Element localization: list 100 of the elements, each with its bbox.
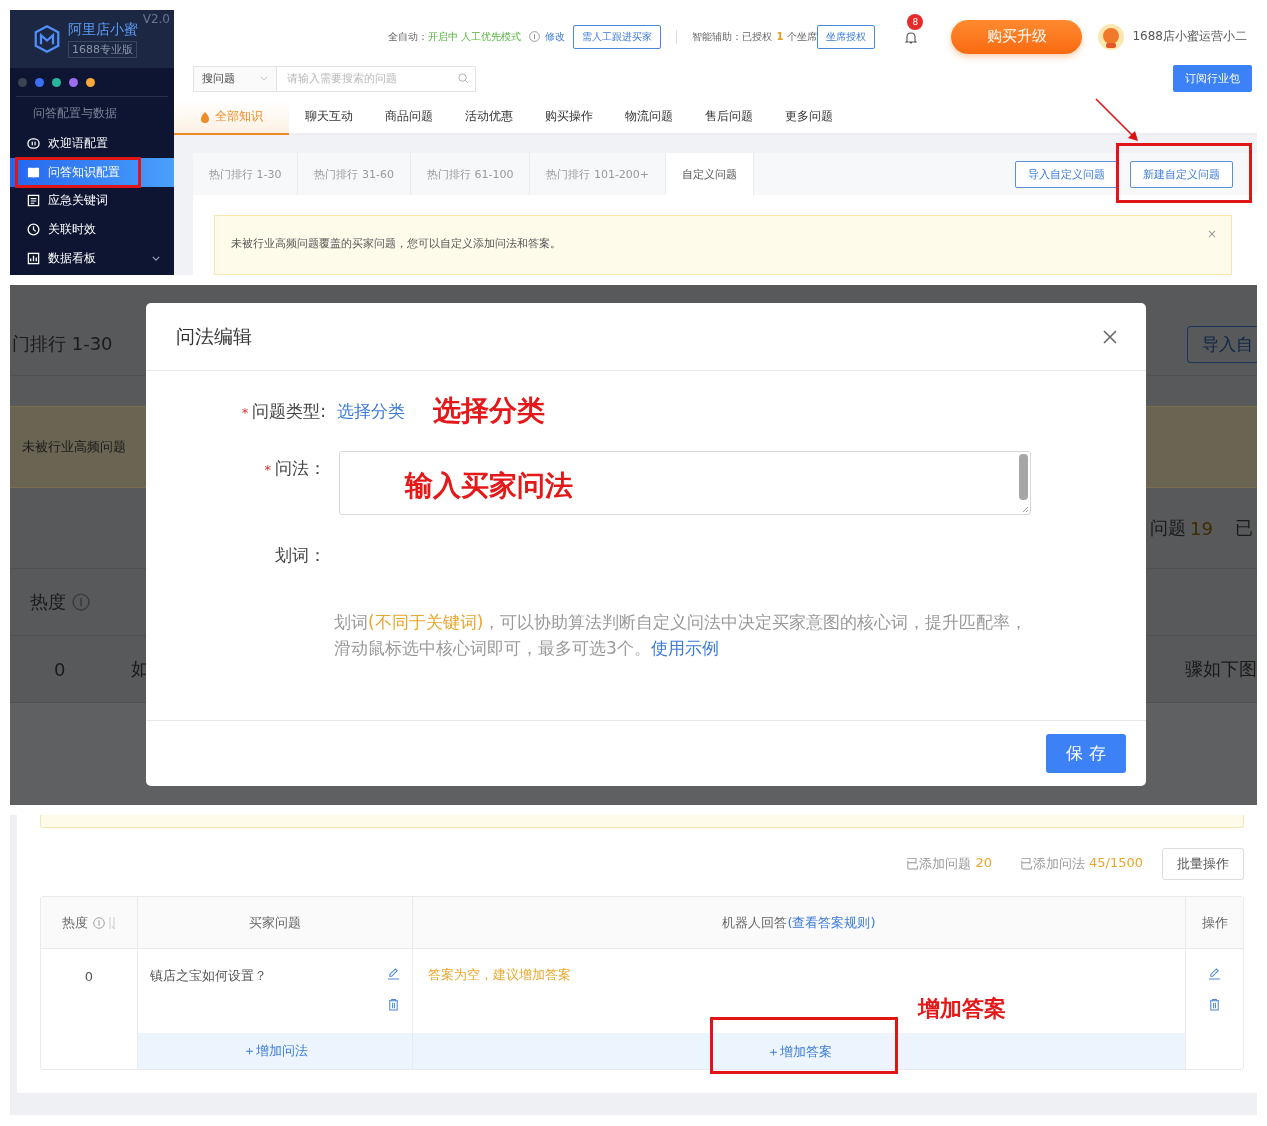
example-link[interactable]: 使用示例 [650,638,719,658]
clock-icon [27,223,40,237]
logo-icon [32,24,62,54]
close-icon[interactable]: × [1206,227,1217,241]
rank-tab[interactable]: 热门排行 31-60 [298,153,411,195]
field-label: * 问题类型: [240,399,326,423]
answer-rules-link[interactable]: (查看答案规则) [787,913,876,932]
sidebar-item[interactable]: 关联时效 [10,215,174,245]
resize-handle-icon[interactable] [1021,505,1029,513]
select-category-link[interactable]: 选择分类 [337,399,405,423]
notice-text: 未被行业高频问题覆盖的买家问题，您可以自定义添加问法和答案。 [231,236,561,251]
scrollbar-thumb[interactable] [1019,454,1028,500]
subscribe-button[interactable]: 订阅行业包 [1173,65,1252,93]
column-header: 热度 [30,590,66,614]
upgrade-button[interactable]: 购买升级 [951,19,1083,54]
section-label: 问答配置与数据 [33,104,117,122]
stats-label: 已添加问题 [906,855,972,873]
chat-icon [27,136,40,150]
info-icon [72,593,90,611]
category-tab[interactable]: 更多问题 [769,100,849,133]
auto-label: 全自动： [388,29,429,44]
category-tab[interactable]: 物流问题 [609,100,689,133]
stats-value: 45/1500 [1089,855,1143,872]
edition-tag: 1688专业版 [68,40,137,58]
seat-count: 1 [776,31,784,42]
rank-tab[interactable]: 热门排行 61-100 [410,153,531,195]
avatar-icon [1098,23,1125,50]
app-title: 阿里店小蜜 [68,20,138,39]
annotation-text: 选择分类 [433,393,545,429]
sidebar-item[interactable]: 应急关键词 [10,186,174,216]
auto-status: 开启中 [428,29,459,44]
field-label: 划词： [274,543,326,567]
seat-unit: 个坐席 [787,29,818,44]
delete-icon[interactable] [387,998,400,1011]
seat-button[interactable]: 坐席授权 [817,24,876,49]
theme-dot[interactable] [18,77,27,87]
stats-label: 已 [1235,516,1253,540]
rank-tab[interactable]: 自定义问题 [666,153,755,195]
column-header: 操作 [1201,913,1228,932]
notice-text: 未被行业高频问题 [22,438,126,456]
table-cell-text: 0 [84,969,94,986]
info-icon [529,31,541,42]
import-button[interactable]: 导入自定义问题 [1015,160,1118,188]
add-question-link[interactable]: ＋增加问法 [242,1042,308,1060]
bell-icon[interactable] [905,30,918,45]
flame-icon [200,110,210,123]
table-cell: 0 [54,658,66,680]
document-icon [27,194,40,208]
column-header: 买家问题 [249,913,301,932]
table-cell: 骤如下图 [1185,657,1257,681]
question-field[interactable] [339,451,1031,515]
rank-tab[interactable]: 热门排行 1-30 [193,153,299,195]
stats-label: 已添加问法 [1020,855,1085,873]
notification-badge: 8 [907,13,924,30]
board-icon [27,252,40,266]
version-label: V2.0 [142,12,170,26]
delete-icon[interactable] [1208,998,1221,1011]
assist-label: 智能辅助：已授权 [692,29,773,44]
stats-label: 问题 [1150,516,1187,540]
category-tab[interactable]: 活动优惠 [449,100,529,133]
sidebar-item[interactable]: 欢迎语配置 [10,129,174,158]
column-header: 机器人回答 [722,913,788,932]
edit-link[interactable]: 修改 [545,29,566,44]
category-tab[interactable]: 售后问题 [689,100,769,133]
hint-text: 划词(不同于关键词)，可以协助算法判断自定义问法中决定买家意图的核心词，提升匹配率，滑动鼠标选中核心词即可，最多可选3个。使用示例 [334,611,1029,660]
add-answer-link[interactable]: ＋增加答案 [766,1044,832,1059]
annotation-text: 增加答案 [918,995,1007,1023]
dialog-title: 问法编辑 [176,323,252,349]
category-tab[interactable]: 购买操作 [529,100,609,133]
pointer-arrow [1094,96,1140,143]
theme-dot[interactable] [86,77,95,87]
chevron-icon [152,256,160,262]
theme-dot[interactable] [52,77,61,87]
save-button[interactable]: 保 存 [1046,734,1126,773]
search-icon[interactable] [458,73,469,85]
annotation-text: 输入买家问法 [405,468,573,504]
edit-icon[interactable] [1208,967,1221,980]
field-label: * 问法： [263,457,326,480]
close-icon[interactable] [1102,328,1118,345]
theme-dot[interactable] [35,77,44,87]
category-tab[interactable]: 商品问题 [369,100,449,133]
follow-button[interactable]: 需人工跟进买家 [573,24,662,49]
new-question-button[interactable]: 新建自定义问题 [1130,160,1233,188]
scope-select[interactable]: 搜问题 [193,65,277,92]
book-icon [27,165,40,179]
rank-tab-text: 门排行 1-30 [11,332,113,356]
stats-value: 19 [1190,517,1213,539]
caret-icon [260,76,268,82]
edit-icon[interactable] [387,967,400,980]
table-cell-text: 镇店之宝如何设置？ [150,967,267,985]
table-cell-text: 答案为空，建议增加答案 [428,966,572,984]
sidebar-item[interactable]: 数据看板 [10,244,174,273]
batch-button[interactable]: 批量操作 [1162,848,1244,880]
sidebar-item[interactable]: 问答知识配置 [10,157,174,187]
auto-mode: 人工优先模式 [461,29,522,44]
search-field[interactable]: 请输入需要搜索的问题 [277,65,476,92]
theme-dot[interactable] [69,77,78,87]
stats-value: 20 [975,855,992,872]
info-icon [93,916,105,929]
category-tab[interactable]: 聊天互动 [289,100,369,133]
